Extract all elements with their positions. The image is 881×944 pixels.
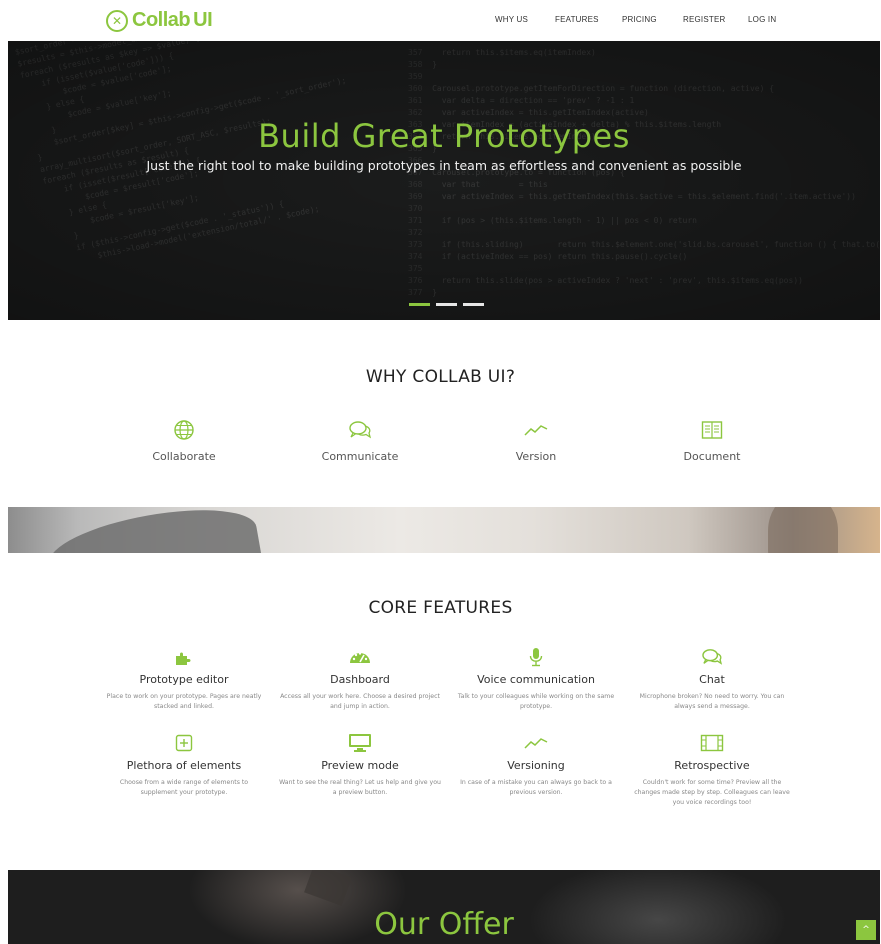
why-item-communicate: Communicate	[280, 420, 440, 463]
feature-title: Plethora of elements	[126, 759, 242, 772]
nav-link-why-us[interactable]: WHY US	[495, 15, 528, 24]
feature-description: Access all your work here. Choose a desi…	[280, 693, 440, 710]
chevron-up-icon: ^	[862, 925, 870, 935]
feature-voice-communication: Voice communication Talk to your colleag…	[454, 648, 618, 712]
feature-plethora-of-elements: Plethora of elements Choose from a wide …	[102, 734, 266, 798]
feature-retrospective: Retrospective Couldn't work for some tim…	[630, 734, 794, 808]
feature-description: Talk to your colleagues while working on…	[457, 693, 615, 710]
feature-chat: Chat Microphone broken? No need to worry…	[630, 648, 794, 712]
feature-title: Retrospective	[674, 759, 750, 772]
plus-square-icon	[102, 734, 266, 752]
offer-section: Our Offer	[8, 870, 880, 944]
nav-link-log-in[interactable]: LOG IN	[748, 15, 776, 24]
carousel-indicator-3[interactable]	[463, 303, 484, 306]
nav-link-features[interactable]: FEATURES	[555, 15, 599, 24]
film-icon	[630, 734, 794, 752]
feature-dashboard: Dashboard Access all your work here. Cho…	[278, 648, 442, 712]
carousel-indicator-2[interactable]	[436, 303, 457, 306]
hero-title: Build Great Prototypes	[258, 117, 630, 155]
hero-carousel: $sort_order = array(); $results = $this-…	[8, 41, 880, 320]
hero-subtitle: Just the right tool to make building pro…	[146, 158, 742, 173]
feature-title: Versioning	[507, 759, 565, 772]
feature-description: Choose from a wide range of elements to …	[119, 779, 249, 796]
why-item-version: Version	[456, 420, 616, 463]
nav-link-pricing[interactable]: PRICING	[622, 15, 657, 24]
nav-links: WHY US FEATURES PRICING REGISTER LOG IN	[0, 15, 881, 29]
feature-title: Preview mode	[321, 759, 399, 772]
feature-description: Microphone broken? No need to worry. You…	[639, 693, 785, 710]
why-item-label: Version	[515, 450, 557, 463]
why-item-label: Document	[683, 450, 741, 463]
carousel-indicators	[409, 303, 484, 306]
back-to-top-button[interactable]: ^	[856, 920, 876, 940]
monitor-icon	[278, 734, 442, 752]
chat-bubbles-icon	[630, 648, 794, 666]
feature-title: Chat	[699, 673, 725, 686]
globe-icon	[104, 420, 264, 440]
feature-versioning: Versioning In case of a mistake you can …	[454, 734, 618, 798]
why-item-label: Communicate	[321, 450, 399, 463]
decorative-photo-strip	[8, 507, 880, 553]
why-item-label: Collaborate	[152, 450, 216, 463]
why-item-document: Document	[632, 420, 792, 463]
why-item-collaborate: Collaborate	[104, 420, 264, 463]
trend-line-icon	[454, 734, 618, 752]
top-navbar: ✕ Collab UI WHY US FEATURES PRICING REGIS…	[0, 0, 881, 41]
microphone-icon	[454, 648, 618, 667]
feature-title: Prototype editor	[139, 673, 229, 686]
features-section-title: CORE FEATURES	[368, 598, 513, 618]
book-icon	[632, 420, 792, 440]
puzzle-icon	[102, 648, 266, 666]
feature-description: In case of a mistake you can always go b…	[460, 779, 612, 796]
feature-title: Dashboard	[330, 673, 390, 686]
chat-bubbles-icon	[280, 420, 440, 440]
feature-description: Couldn't work for some time? Preview all…	[634, 779, 790, 806]
offer-title: Our Offer	[374, 907, 514, 942]
feature-prototype-editor: Prototype editor Place to work on your p…	[102, 648, 266, 712]
dashboard-icon	[278, 648, 442, 666]
feature-title: Voice communication	[477, 673, 595, 686]
feature-description: Want to see the real thing? Let us help …	[279, 779, 441, 796]
trend-line-icon	[456, 420, 616, 440]
feature-preview-mode: Preview mode Want to see the real thing?…	[278, 734, 442, 798]
nav-link-register[interactable]: REGISTER	[683, 15, 726, 24]
carousel-indicator-1[interactable]	[409, 303, 430, 306]
why-section-title: WHY COLLAB UI?	[365, 367, 516, 387]
feature-description: Place to work on your prototype. Pages a…	[106, 693, 262, 710]
